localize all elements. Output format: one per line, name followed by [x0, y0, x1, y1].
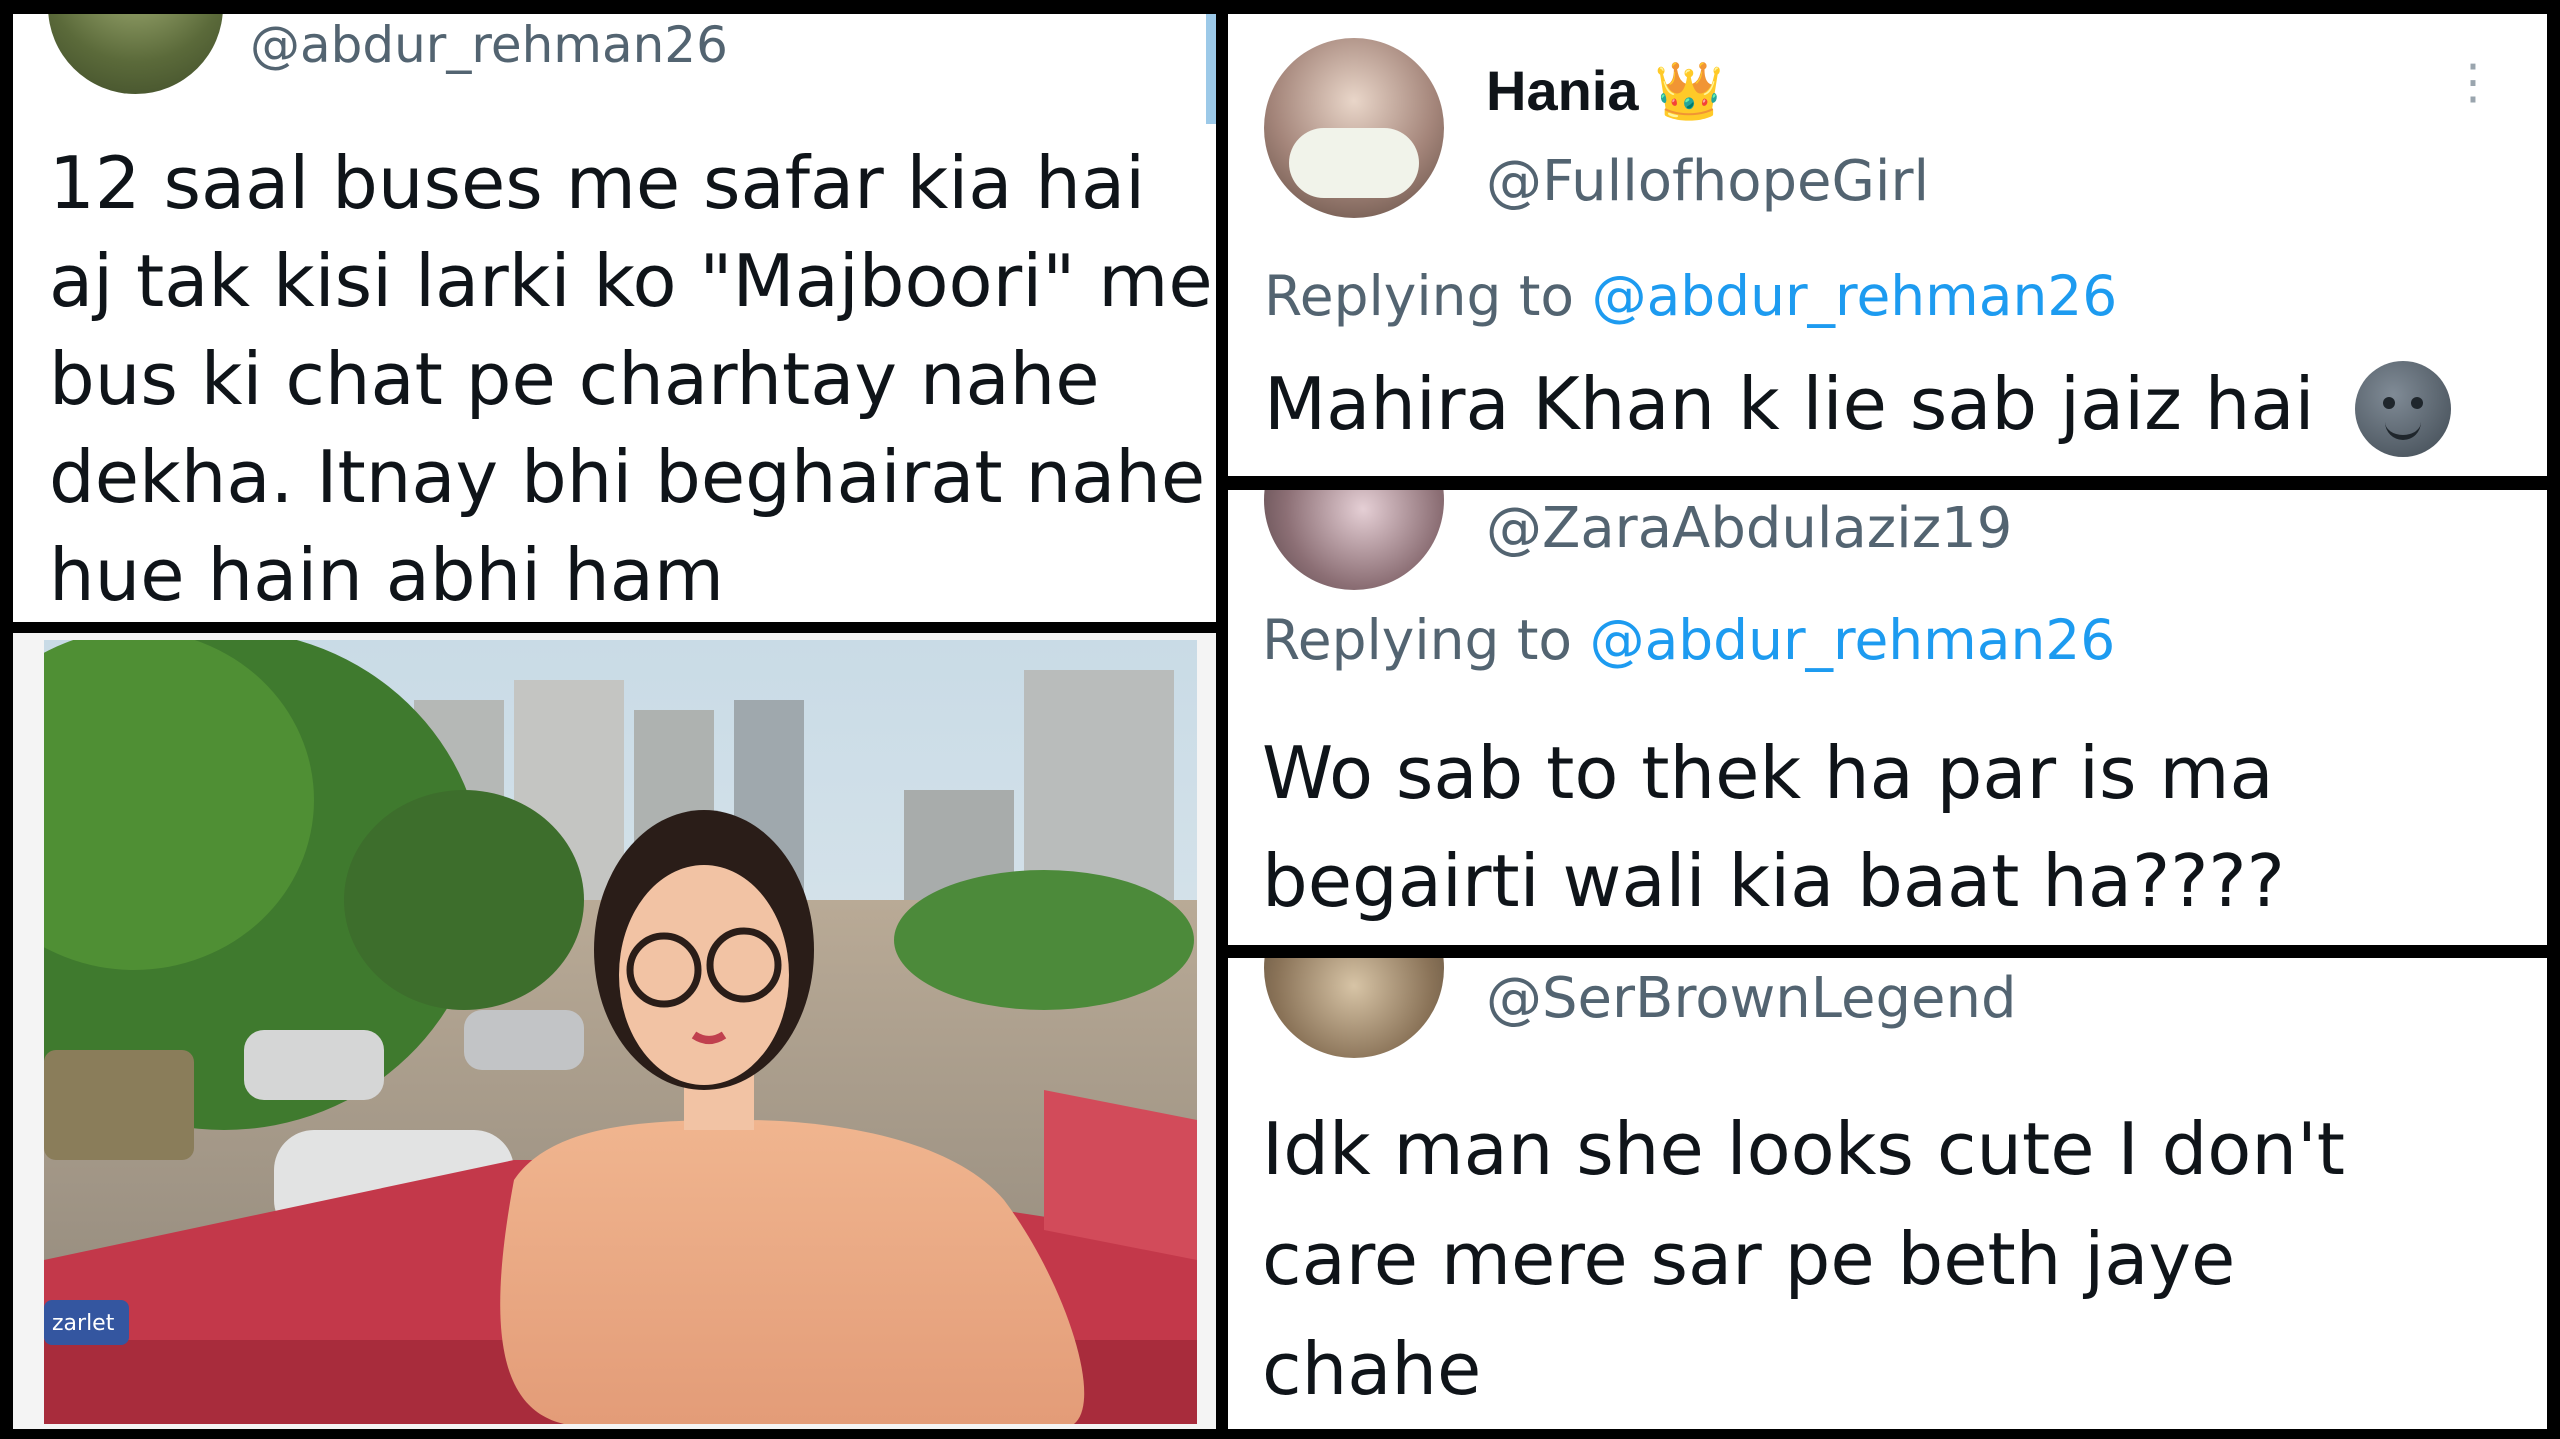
reply-card-2: @ZaraAbdulaziz19 Replying to @abdur_rehm… [1228, 490, 2547, 945]
reply-text: Idk man she looks cute I don't care mere… [1262, 1094, 2345, 1424]
replying-to-line: Replying to @abdur_rehman26 [1262, 608, 2115, 672]
replying-to-label: Replying to [1264, 264, 1575, 328]
replying-to-line: Replying to @abdur_rehman26 [1264, 264, 2117, 328]
reply-handle[interactable]: @SerBrownLegend [1486, 966, 2017, 1031]
tweet-line: aj tak kisi larki ko "Majboori" me [49, 239, 1213, 323]
tweet-handle[interactable]: @abdur_rehman26 [250, 16, 728, 74]
tweet-line: hue hain abhi ham [49, 533, 724, 617]
tweet-photo-frame: zarlet [13, 633, 1216, 1429]
reply-line: chahe [1262, 1327, 1482, 1411]
reply-text: Wo sab to thek ha par is ma begairti wal… [1262, 719, 2285, 935]
avatar[interactable] [1264, 38, 1444, 218]
reply-line: Mahira Khan k lie sab jaiz hai [1264, 362, 2315, 446]
avatar[interactable] [48, 14, 223, 94]
main-tweet-card: @abdur_rehman26 12 saal buses me safar k… [13, 14, 1216, 622]
reply-line: care mere sar pe beth jaye [1262, 1217, 2236, 1301]
tweet-line: 12 saal buses me safar kia hai [49, 141, 1146, 225]
billboard-text: zarlet [52, 1311, 115, 1336]
scroll-indicator [1206, 14, 1216, 124]
tweet-line: dekha. Itnay bhi beghairat nahe [49, 435, 1206, 519]
display-name[interactable]: Hania 👑 [1486, 58, 1724, 124]
display-name-text[interactable]: Hania [1486, 59, 1639, 122]
reply-line: Wo sab to thek ha par is ma [1262, 731, 2274, 815]
reply-handle[interactable]: @ZaraAbdulaziz19 [1486, 496, 2012, 561]
replying-to-mention[interactable]: @abdur_rehman26 [1590, 608, 2116, 672]
replying-to-mention[interactable]: @abdur_rehman26 [1592, 264, 2118, 328]
more-options-icon[interactable]: ⋮ [2449, 58, 2497, 106]
reply-handle[interactable]: @FullofhopeGirl [1486, 149, 1929, 214]
reply-line: begairti wali kia baat ha???? [1262, 839, 2285, 923]
reply-card-3: @SerBrownLegend Idk man she looks cute I… [1228, 958, 2547, 1429]
crown-icon: 👑 [1654, 59, 1724, 122]
reply-card-1: Hania 👑 @FullofhopeGirl ⋮ Replying to @a… [1228, 14, 2547, 476]
tweet-line: bus ki chat pe charhtay nahe [49, 337, 1100, 421]
tweet-photo[interactable]: zarlet [44, 640, 1197, 1424]
replying-to-label: Replying to [1262, 608, 1573, 672]
reply-line: Idk man she looks cute I don't [1262, 1107, 2345, 1191]
moon-face-icon [2355, 361, 2452, 458]
reply-text: Mahira Khan k lie sab jaiz hai [1264, 355, 2452, 458]
avatar[interactable] [1264, 958, 1444, 1058]
tweet-text: 12 saal buses me safar kia hai aj tak ki… [49, 134, 1213, 622]
avatar[interactable] [1264, 490, 1444, 590]
